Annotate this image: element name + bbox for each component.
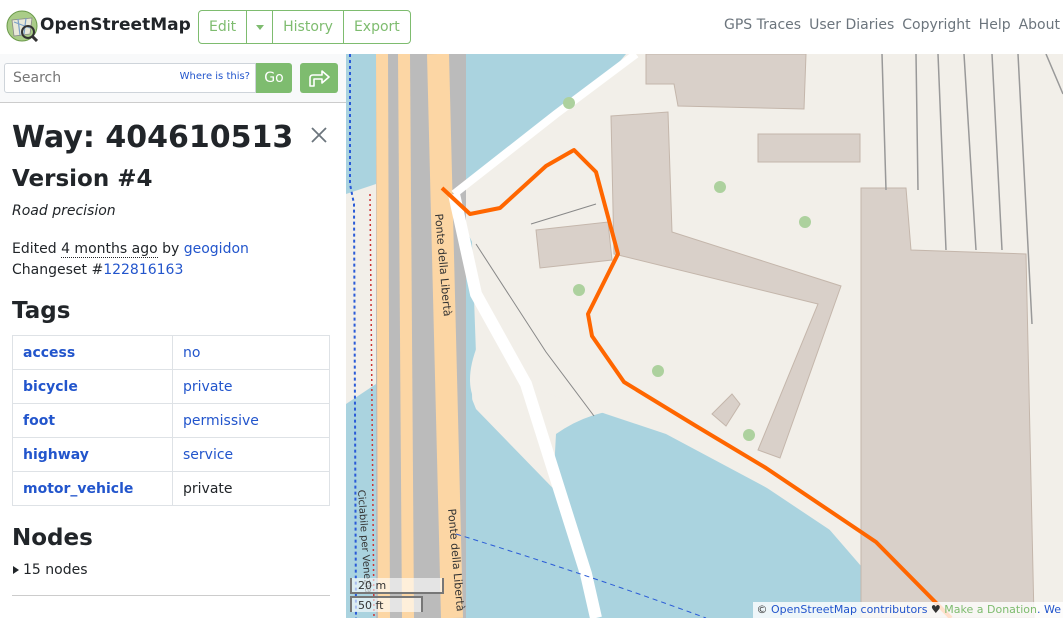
edited-by: by xyxy=(162,241,180,257)
scale-meters: 20 m xyxy=(350,578,444,594)
attribution: © OpenStreetMap contributors ♥ Make a Do… xyxy=(752,602,1063,618)
heart-icon: ♥ xyxy=(930,603,941,616)
search-input[interactable] xyxy=(13,64,183,92)
edit-button-group: Edit History Export xyxy=(198,10,411,44)
tag-value: service xyxy=(172,437,330,472)
table-row: motor_vehicle private xyxy=(12,471,330,506)
map[interactable]: Ponte della Libertà Ponte della Libertà … xyxy=(346,54,1063,618)
sidebar: Where is this? Go Way: 404610513 Version… xyxy=(0,54,346,618)
tree xyxy=(714,181,726,193)
tree xyxy=(652,365,664,377)
nav-copyright[interactable]: Copyright xyxy=(902,17,970,33)
search-box: Where is this? xyxy=(4,63,256,93)
tag-value-link[interactable]: no xyxy=(183,345,200,361)
tag-value-text: private xyxy=(172,471,330,506)
version-heading: Version #4 xyxy=(12,166,153,192)
site-name[interactable]: OpenStreetMap xyxy=(40,15,191,35)
tag-key[interactable]: foot xyxy=(12,403,173,438)
search-bar: Where is this? Go xyxy=(0,54,346,103)
tag-key[interactable]: highway xyxy=(12,437,173,472)
edited-prefix: Edited xyxy=(12,241,57,257)
changeset-prefix: Changeset # xyxy=(12,262,104,278)
donate-link[interactable]: Make a Donation xyxy=(944,603,1037,616)
edit-button[interactable]: Edit xyxy=(199,11,248,43)
building xyxy=(535,221,613,269)
tag-value-link[interactable]: permissive xyxy=(183,413,259,429)
map-canvas[interactable]: Ponte della Libertà Ponte della Libertà … xyxy=(346,54,1063,618)
header: OpenStreetMap Edit History Export GPS Tr… xyxy=(0,0,1063,54)
table-row: bicycle private xyxy=(12,369,330,404)
close-icon[interactable] xyxy=(310,126,328,144)
nodes-heading: Nodes xyxy=(12,525,93,551)
divider xyxy=(12,595,330,596)
directions-button[interactable] xyxy=(300,63,338,93)
history-button[interactable]: History xyxy=(273,11,344,43)
tree xyxy=(743,429,755,441)
building xyxy=(757,133,861,163)
tag-value: private xyxy=(172,369,330,404)
tag-value: permissive xyxy=(172,403,330,438)
where-is-this-link[interactable]: Where is this? xyxy=(180,71,250,82)
edit-dropdown-button[interactable] xyxy=(247,11,274,43)
tree xyxy=(799,216,811,228)
nav-gps-traces[interactable]: GPS Traces xyxy=(724,17,801,33)
tag-key[interactable]: bicycle xyxy=(12,369,173,404)
changeset-link[interactable]: 122816163 xyxy=(103,262,183,278)
triangle-right-icon xyxy=(13,566,19,574)
caret-down-icon xyxy=(255,24,264,30)
attribution-copyright: © xyxy=(756,603,768,616)
nav-user-diaries[interactable]: User Diaries xyxy=(809,17,894,33)
go-button[interactable]: Go xyxy=(256,63,292,93)
way-title: Way: 404610513 xyxy=(12,120,294,155)
edited-time: 4 months ago xyxy=(61,241,158,258)
nodes-toggle[interactable]: 15 nodes xyxy=(12,562,330,578)
editor-link[interactable]: geogidon xyxy=(184,241,249,257)
directions-icon xyxy=(309,70,330,87)
table-row: highway service xyxy=(12,437,330,472)
precision-label: Road precision xyxy=(12,203,116,219)
tag-value-link[interactable]: private xyxy=(183,379,233,395)
main-nav: GPS Traces User Diaries Copyright Help A… xyxy=(724,17,1063,33)
nav-about[interactable]: About xyxy=(1019,17,1060,33)
tree xyxy=(573,284,585,296)
edit-info: Edited 4 months ago by geogidon Changese… xyxy=(12,239,330,281)
tree xyxy=(563,97,575,109)
road xyxy=(398,54,414,618)
tags-heading: Tags xyxy=(12,298,71,324)
road xyxy=(376,54,390,618)
export-button[interactable]: Export xyxy=(344,11,410,43)
way-details: Way: 404610513 Version #4 Road precision… xyxy=(12,118,330,596)
tag-value: no xyxy=(172,335,330,370)
attribution-link[interactable]: OpenStreetMap contributors xyxy=(771,603,927,616)
scale-feet: 50 ft xyxy=(350,596,423,612)
nav-help[interactable]: Help xyxy=(979,17,1011,33)
tag-key[interactable]: motor_vehicle xyxy=(12,471,173,506)
nodes-summary: 15 nodes xyxy=(23,562,88,578)
tag-key[interactable]: access xyxy=(12,335,173,370)
osm-logo-icon[interactable] xyxy=(6,10,38,42)
tags-table: access no bicycle private foot permissiv… xyxy=(12,335,330,506)
table-row: foot permissive xyxy=(12,403,330,438)
table-row: access no xyxy=(12,335,330,370)
attribution-more[interactable]: . We xyxy=(1037,603,1061,616)
tag-value-link[interactable]: service xyxy=(183,447,233,463)
